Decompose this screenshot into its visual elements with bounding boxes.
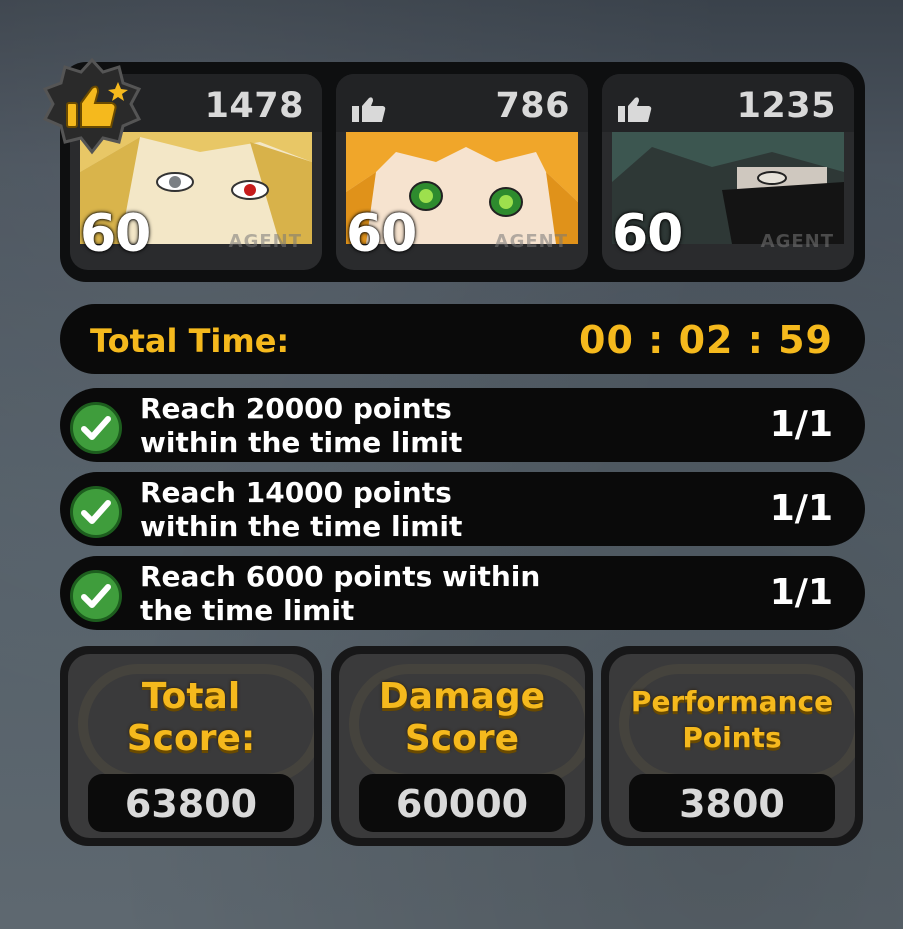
thumbs-up-icon xyxy=(352,96,386,124)
task-row-2: Reach 14000 points within the time limit… xyxy=(60,472,865,546)
total-score-card: Total Score: 63800 xyxy=(60,646,322,846)
task-progress: 1/1 xyxy=(769,488,833,529)
check-icon xyxy=(70,486,122,538)
performance-points-card: Performance Points 3800 xyxy=(601,646,863,846)
likes-count: 786 xyxy=(495,86,570,126)
task-progress: 1/1 xyxy=(769,404,833,445)
agent-panel: 1478 60 AGENT 786 60 AGENT 1235 60 AGENT xyxy=(60,62,865,282)
score-value: 3800 xyxy=(679,782,785,826)
task-description: Reach 14000 points within the time limit xyxy=(140,476,463,543)
total-time-label: Total Time: xyxy=(90,322,290,360)
score-label: Total Score: xyxy=(126,676,256,759)
task-description: Reach 6000 points within the time limit xyxy=(140,560,541,627)
score-label: Damage Score xyxy=(378,676,546,759)
task-row-3: Reach 6000 points within the time limit … xyxy=(60,556,865,630)
thumbs-up-icon xyxy=(618,96,652,124)
score-label: Performance Points xyxy=(630,685,834,754)
check-icon xyxy=(70,402,122,454)
score-value: 63800 xyxy=(124,782,258,826)
task-progress: 1/1 xyxy=(769,572,833,613)
check-icon xyxy=(70,570,122,622)
agent-tag: AGENT xyxy=(494,231,568,252)
total-time-bar: Total Time: 00 : 02 : 59 xyxy=(60,304,865,374)
agent-level: 60 xyxy=(80,204,151,264)
agent-card-3[interactable]: 1235 60 AGENT xyxy=(602,74,854,270)
agent-card-2[interactable]: 786 60 AGENT xyxy=(336,74,588,270)
mvp-thumbs-up-badge-icon xyxy=(42,57,142,158)
task-row-1: Reach 20000 points within the time limit… xyxy=(60,388,865,462)
likes-count: 1478 xyxy=(204,86,304,126)
task-description: Reach 20000 points within the time limit xyxy=(140,392,463,459)
agent-tag: AGENT xyxy=(760,231,834,252)
agent-level: 60 xyxy=(346,204,417,264)
agent-tag: AGENT xyxy=(228,231,302,252)
agent-level: 60 xyxy=(612,204,683,264)
likes-count: 1235 xyxy=(736,86,836,126)
score-value: 60000 xyxy=(395,782,529,826)
total-time-value: 00 : 02 : 59 xyxy=(579,318,833,362)
damage-score-card: Damage Score 60000 xyxy=(331,646,593,846)
